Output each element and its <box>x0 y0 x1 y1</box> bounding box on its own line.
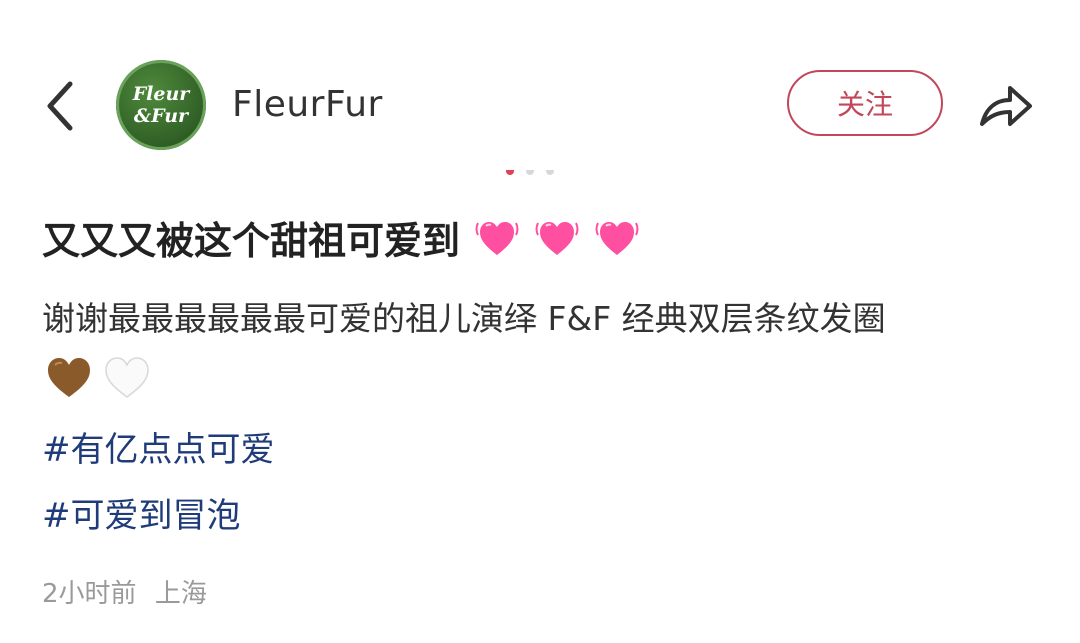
vibrating-heart-icon <box>595 221 639 255</box>
description-emoji-row <box>44 352 152 402</box>
hashtag-link[interactable]: #可爱到冒泡 <box>42 488 241 537</box>
post-title-text: 又又又被这个甜祖可爱到 <box>42 219 461 263</box>
hashtag-link[interactable]: #有亿点点可爱 <box>42 422 275 471</box>
avatar-text-line1: Fleur <box>132 82 190 105</box>
post-header: Fleur &Fur FleurFur 关注 <box>0 0 1080 170</box>
carousel-indicator <box>506 170 566 178</box>
avatar[interactable]: Fleur &Fur <box>116 60 206 150</box>
vibrating-heart-icon <box>475 221 519 255</box>
follow-button[interactable]: 关注 <box>787 70 943 136</box>
post-meta: 2小时前 上海 <box>42 573 207 610</box>
username[interactable]: FleurFur <box>232 84 383 125</box>
avatar-text-line2: &Fur <box>133 104 189 127</box>
carousel-dot <box>546 170 554 175</box>
carousel-dot <box>526 170 534 175</box>
white-heart-icon <box>105 357 149 398</box>
post-description: 谢谢最最最最最最可爱的祖儿演绎 F&F 经典双层条纹发圈 <box>42 299 886 338</box>
post-location: 上海 <box>154 579 207 609</box>
carousel-dot-active <box>506 170 514 175</box>
back-arrow-icon[interactable] <box>40 78 84 134</box>
share-icon[interactable] <box>976 78 1036 132</box>
post-time: 2小时前 <box>42 579 137 609</box>
post-title: 又又又被这个甜祖可爱到 <box>42 210 640 265</box>
brown-heart-icon <box>48 358 90 397</box>
vibrating-heart-icon <box>535 221 579 255</box>
